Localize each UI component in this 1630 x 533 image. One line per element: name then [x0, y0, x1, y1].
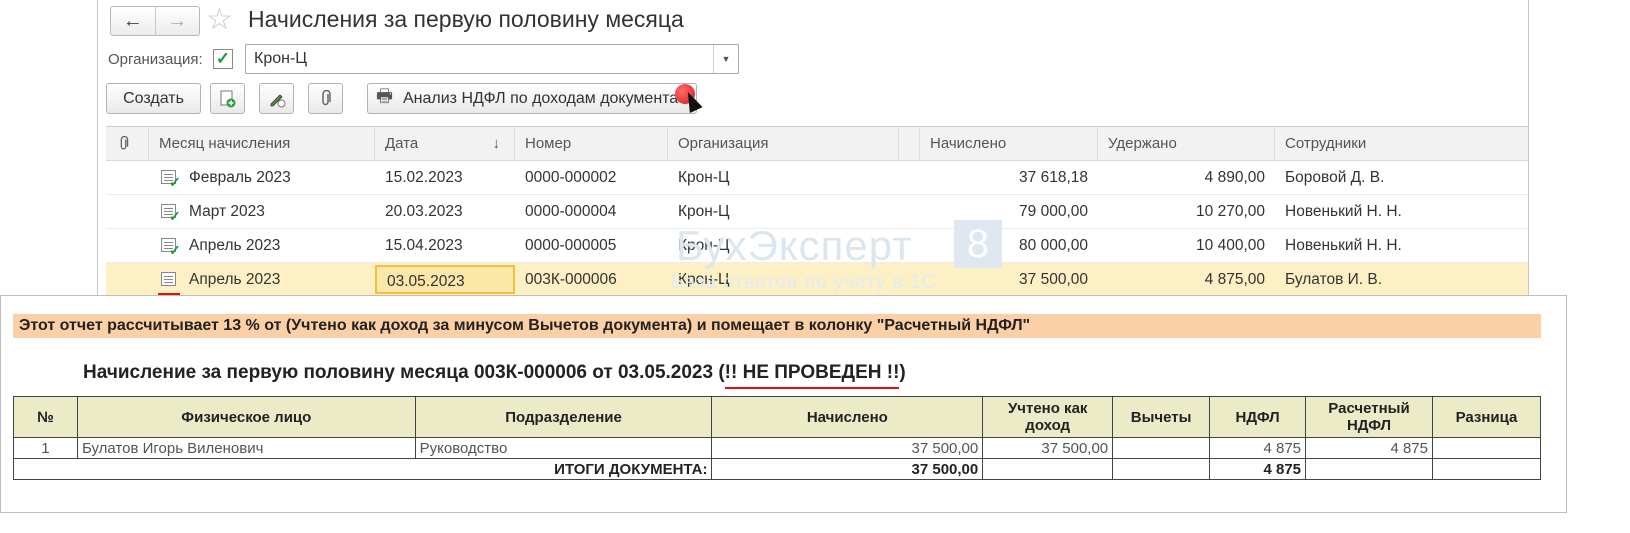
organization-filter-checkbox[interactable]: ✓: [213, 49, 233, 69]
cell-number: 0000-000002: [525, 169, 617, 186]
report-row: 1 Булатов Игорь Виленович Руководство 37…: [13, 437, 1542, 459]
unposted-document-icon: [161, 272, 176, 286]
cell-num: 1: [13, 437, 78, 459]
ndfl-analysis-label: Анализ НДФЛ по доходам документа: [403, 89, 679, 107]
sort-down-icon: ↓: [492, 135, 501, 152]
column-number[interactable]: Номер: [515, 127, 668, 160]
column-accrued[interactable]: Начислено: [920, 127, 1098, 160]
cell-accrued: 37 618,18: [1019, 169, 1088, 186]
header-person: Физическое лицо: [76, 396, 416, 438]
header-num: №: [13, 396, 78, 438]
totals-accrued: 37 500,00: [711, 458, 984, 480]
table-row[interactable]: ✓ Февраль 2023 15.02.2023 0000-000002 Кр…: [106, 161, 1528, 195]
cell-deductions: [1112, 437, 1211, 459]
cell-accrued: 37 500,00: [711, 437, 984, 459]
organization-field[interactable]: Крон-Ц ▼: [245, 44, 739, 74]
cell-month: Март 2023: [189, 203, 265, 220]
cell-withheld: 4 890,00: [1204, 169, 1265, 186]
back-arrow-icon[interactable]: ←: [111, 7, 155, 35]
posted-document-icon: ✓: [161, 204, 181, 223]
cell-organization: Крон-Ц: [678, 169, 730, 186]
report-title-suffix: ): [899, 362, 906, 383]
forward-arrow-icon[interactable]: →: [154, 7, 200, 35]
cell-diff: [1431, 437, 1542, 459]
header-calc-ndfl: Расчетный НДФЛ: [1305, 396, 1433, 438]
header-dept: Подразделение: [414, 396, 713, 438]
cell-employees: Новенький Н. Н.: [1285, 203, 1402, 220]
ndfl-report-panel: Этот отчет рассчитывает 13 % от (Учтено …: [0, 295, 1567, 513]
cell-accrued: 37 500,00: [1019, 271, 1088, 288]
column-spacer: [899, 127, 920, 160]
cell-accrued: 80 000,00: [1019, 237, 1088, 254]
printer-icon: 🖶: [376, 85, 393, 106]
report-title: Начисление за первую половину месяца 003…: [83, 362, 906, 384]
posted-document-icon: ✓: [161, 170, 181, 189]
cell-number: 003К-000006: [525, 271, 617, 288]
header-accrued: Начислено: [711, 396, 984, 438]
cell-month: Апрель 2023: [189, 237, 281, 254]
organization-label: Организация:: [108, 51, 203, 68]
watermark-digit: 8: [954, 220, 1002, 268]
header-ndfl: НДФЛ: [1209, 396, 1307, 438]
document-list-window: ← → ☆ Начисления за первую половину меся…: [97, 0, 1529, 305]
cell-number: 0000-000005: [525, 237, 617, 254]
cell-withheld: 10 270,00: [1196, 203, 1265, 220]
edit-pencil-icon[interactable]: [259, 83, 294, 114]
cell-employees: Новенький Н. Н.: [1285, 237, 1402, 254]
star-icon[interactable]: ☆: [206, 2, 233, 37]
watermark-tagline: База ответов по учету в 1С: [671, 272, 937, 293]
cell-employees: Боровой Д. В.: [1285, 169, 1385, 186]
totals-ndfl: 4 875: [1209, 458, 1307, 480]
totals-label: ИТОГИ ДОКУМЕНТА:: [12, 458, 713, 480]
header-diff: Разница: [1431, 396, 1542, 438]
window-title: Начисления за первую половину месяца: [248, 6, 684, 32]
report-totals-row: ИТОГИ ДОКУМЕНТА: 37 500,00 4 875: [12, 458, 1542, 480]
cell-month: Апрель 2023: [189, 271, 281, 288]
cell-number: 0000-000004: [525, 203, 617, 220]
paperclip-icon[interactable]: [308, 83, 343, 114]
report-title-prefix: Начисление за первую половину месяца 003…: [83, 362, 725, 383]
cell-date: 15.04.2023: [385, 237, 463, 254]
cell-dept: Руководство: [414, 437, 713, 459]
create-button[interactable]: Создать: [106, 83, 201, 114]
cell-date: 15.02.2023: [385, 169, 463, 186]
totals-diff: [1431, 458, 1542, 480]
cell-income: 37 500,00: [982, 437, 1114, 459]
header-income: Учтено как доход: [982, 396, 1114, 438]
cell-accrued: 79 000,00: [1019, 203, 1088, 220]
organization-value: Крон-Ц: [254, 50, 308, 67]
cell-date-active[interactable]: 03.05.2023: [375, 265, 515, 294]
cell-month: Февраль 2023: [189, 169, 291, 186]
column-withheld[interactable]: Удержано: [1098, 127, 1275, 160]
posted-document-icon: ✓: [161, 238, 181, 257]
column-date[interactable]: Дата ↓: [375, 127, 515, 160]
totals-deductions: [1112, 458, 1211, 480]
totals-calc-ndfl: [1305, 458, 1433, 480]
report-header-row: № Физическое лицо Подразделение Начислен…: [13, 396, 1542, 438]
chevron-down-icon[interactable]: ▼: [713, 45, 738, 73]
cell-date: 20.03.2023: [385, 203, 463, 220]
cell-employees: Булатов И. В.: [1285, 271, 1383, 288]
report-table: № Физическое лицо Подразделение Начислен…: [12, 396, 1542, 480]
column-employees[interactable]: Сотрудники: [1275, 127, 1528, 160]
add-copy-icon[interactable]: [210, 83, 245, 114]
totals-income: [982, 458, 1114, 480]
column-month[interactable]: Месяц начисления: [149, 127, 375, 160]
table-header: Месяц начисления Дата ↓ Номер Организация…: [106, 127, 1528, 161]
attachment-column-icon[interactable]: [106, 127, 149, 160]
not-posted-status: !! НЕ ПРОВЕДЕН !!: [724, 362, 900, 383]
cell-withheld: 4 875,00: [1204, 271, 1265, 288]
watermark-brand: БухЭксперт: [676, 222, 913, 269]
column-organization[interactable]: Организация: [668, 127, 899, 160]
cell-calc-ndfl: 4 875: [1305, 437, 1433, 459]
report-banner: Этот отчет рассчитывает 13 % от (Учтено …: [13, 314, 1541, 338]
cell-person: Булатов Игорь Виленович: [76, 437, 416, 459]
ndfl-analysis-button[interactable]: 🖶 Анализ НДФЛ по доходам документа: [367, 83, 697, 114]
navigation-group: ← →: [110, 6, 200, 36]
column-date-label: Дата: [385, 135, 419, 152]
cell-withheld: 10 400,00: [1196, 237, 1265, 254]
cell-ndfl: 4 875: [1209, 437, 1307, 459]
header-deductions: Вычеты: [1112, 396, 1211, 438]
